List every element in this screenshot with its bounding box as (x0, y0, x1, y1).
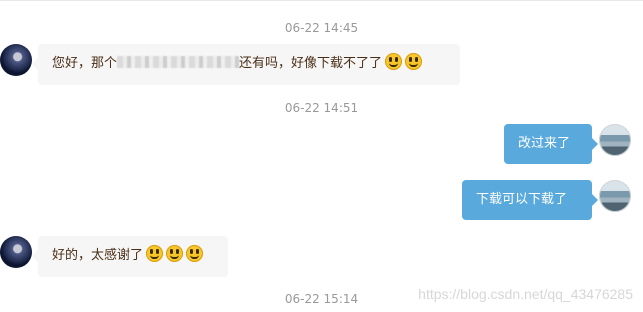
message-text-suffix: 还有吗，好像下载不了了 (239, 56, 383, 71)
watermark: https://blog.csdn.net/qq_43476285 (418, 286, 633, 302)
message-text: 改过来了 (518, 136, 571, 151)
timestamp: 06-22 14:45 (284, 21, 359, 35)
timestamp: 06-22 14:51 (284, 101, 359, 115)
top-divider (0, 0, 643, 1)
received-message: 您好，那个 还有吗，好像下载不了了 (32, 44, 460, 84)
grinning-face-icon (166, 245, 184, 262)
redacted-text (117, 56, 240, 68)
received-message: 好的，太感谢了 (32, 236, 228, 276)
grinning-face-icon (405, 53, 423, 70)
message-text: 好的，太感谢了 (52, 248, 144, 263)
contact-avatar[interactable] (0, 236, 32, 268)
sent-message: 下载可以下载了 (462, 180, 598, 220)
grinning-face-icon (146, 245, 164, 262)
grinning-face-icon (186, 245, 204, 262)
sent-message: 改过来了 (504, 124, 598, 164)
message-text: 下载可以下载了 (476, 192, 568, 207)
message-text-prefix: 您好，那个 (52, 56, 118, 71)
contact-avatar[interactable] (0, 44, 32, 76)
grinning-face-icon (385, 53, 403, 70)
user-avatar[interactable] (599, 180, 631, 212)
user-avatar[interactable] (599, 124, 631, 156)
